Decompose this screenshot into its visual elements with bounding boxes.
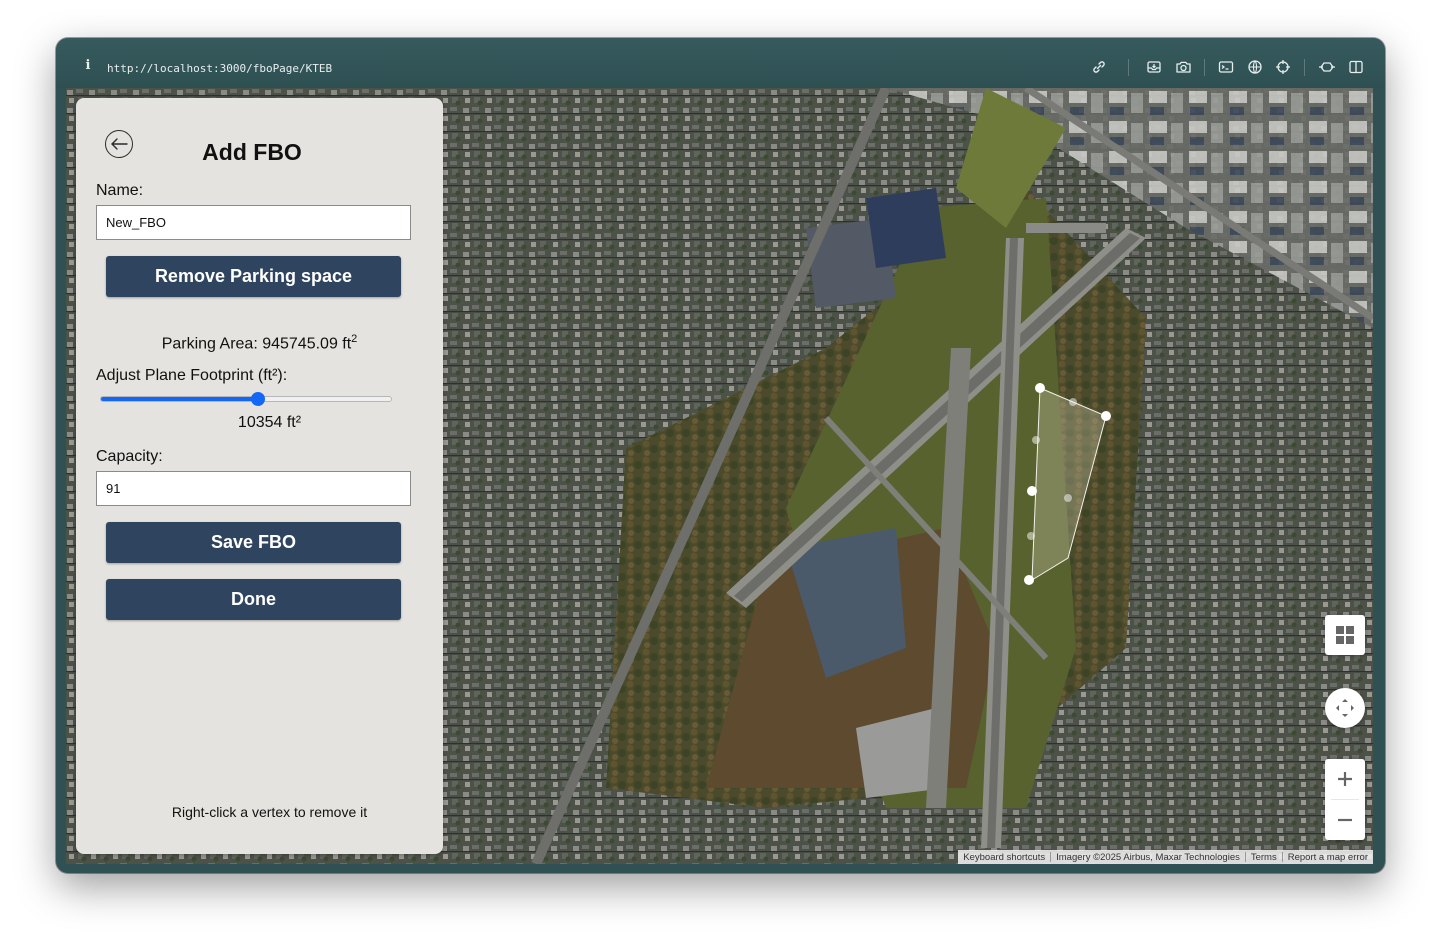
add-fbo-panel: Add FBO Name: Remove Parking space Parki… — [76, 98, 443, 854]
inbox-icon[interactable] — [1145, 58, 1163, 76]
zoom-in-button[interactable] — [1325, 759, 1365, 799]
done-button[interactable]: Done — [106, 579, 401, 620]
globe-icon[interactable] — [1246, 58, 1264, 76]
map-attribution: Keyboard shortcuts Imagery ©2025 Airbus,… — [958, 850, 1373, 864]
terms-link[interactable]: Terms — [1246, 852, 1282, 863]
parking-area-value: Parking Area: 945745.09 ft — [161, 335, 352, 353]
browser-toolbar: i http://localhost:3000/fboPage/KTEB — [56, 38, 1385, 88]
footprint-slider-fill — [101, 397, 258, 401]
address-bar[interactable]: http://localhost:3000/fboPage/KTEB — [107, 62, 332, 75]
save-fbo-button[interactable]: Save FBO — [106, 522, 401, 563]
camera-control-button[interactable] — [1325, 688, 1365, 728]
terminal-icon[interactable] — [1217, 58, 1235, 76]
panel-title: Add FBO — [202, 139, 302, 165]
camera-icon[interactable] — [1174, 58, 1192, 76]
vertex-hint: Right-click a vertex to remove it — [171, 804, 368, 820]
footprint-value: 10354 ft² — [237, 414, 302, 431]
footprint-slider-thumb[interactable] — [250, 392, 265, 406]
map-type-button[interactable] — [1325, 615, 1365, 655]
link-icon[interactable] — [1090, 58, 1108, 76]
parking-area-unit-exponent: 2 — [351, 333, 358, 345]
name-label: Name: — [96, 182, 144, 199]
extensions-icon[interactable] — [1318, 58, 1336, 76]
map-type-icon — [1336, 626, 1354, 644]
footprint-slider[interactable] — [100, 392, 392, 406]
capacity-label: Capacity: — [96, 448, 163, 465]
info-icon[interactable]: i — [80, 58, 96, 74]
report-error-link[interactable]: Report a map error — [1283, 852, 1373, 863]
zoom-out-button[interactable] — [1325, 800, 1365, 840]
capacity-input[interactable] — [96, 471, 411, 506]
sidebar-icon[interactable] — [1347, 58, 1365, 76]
zoom-out-icon — [1338, 818, 1352, 822]
zoom-in-icon — [1338, 772, 1352, 786]
name-input[interactable] — [96, 205, 411, 240]
parking-area-text: Parking Area: 945745.09 ft2 — [76, 333, 443, 353]
crosshair-icon[interactable] — [1274, 58, 1292, 76]
imagery-credit: Imagery ©2025 Airbus, Maxar Technologies — [1056, 851, 1240, 863]
zoom-control — [1325, 759, 1365, 840]
keyboard-shortcuts-link[interactable]: Keyboard shortcuts — [958, 852, 1050, 863]
remove-parking-button[interactable]: Remove Parking space — [106, 256, 401, 297]
camera-control-icon — [1336, 699, 1354, 717]
browser-window: i http://localhost:3000/fboPage/KTEB Key… — [56, 38, 1385, 873]
footprint-label: Adjust Plane Footprint (ft²): — [96, 367, 288, 384]
